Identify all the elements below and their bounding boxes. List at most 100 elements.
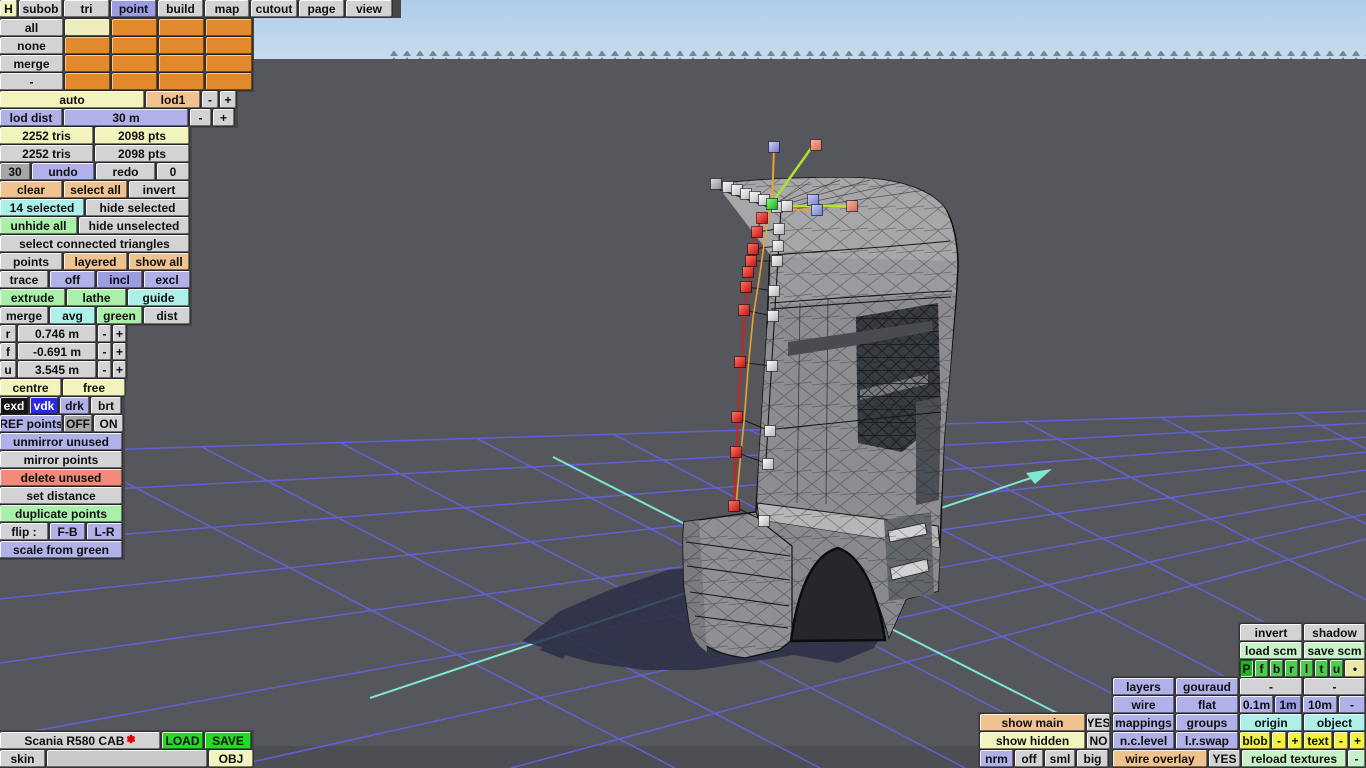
menu-tri[interactable]: tri	[64, 0, 109, 17]
shading-exd[interactable]: exd	[0, 397, 28, 414]
shading-brt[interactable]: brt	[91, 397, 121, 414]
mappings-button[interactable]: mappings	[1113, 714, 1174, 731]
grid-10m[interactable]: 10m	[1303, 696, 1337, 713]
lod-cell-1-2[interactable]	[159, 37, 204, 54]
grid-0-1m[interactable]: 0.1m	[1240, 696, 1273, 713]
ref-points-on[interactable]: ON	[94, 415, 123, 432]
redo-depth[interactable]: 0	[157, 163, 189, 180]
redo-button[interactable]: redo	[96, 163, 155, 180]
coord-r-value[interactable]: 0.746 m	[18, 325, 96, 342]
coord-u-value[interactable]: 3.545 m	[18, 361, 96, 378]
normals-small[interactable]: sml	[1045, 750, 1075, 767]
menu-build[interactable]: build	[158, 0, 203, 17]
select-all-button[interactable]: select all	[64, 181, 127, 198]
duplicate-points-button[interactable]: duplicate points	[0, 505, 122, 522]
all-button[interactable]: all	[0, 19, 63, 36]
menu-view[interactable]: view	[346, 0, 392, 17]
layers-button[interactable]: layers	[1113, 678, 1174, 695]
coord-r-plus[interactable]: +	[113, 325, 126, 342]
blob-plus[interactable]: +	[1288, 732, 1302, 749]
tris-count-total[interactable]: 2252 tris	[0, 145, 93, 162]
trace-off[interactable]: off	[50, 271, 95, 288]
none-button[interactable]: none	[0, 37, 63, 54]
normals-button[interactable]: nrm	[980, 750, 1013, 767]
lod-cell-2-2[interactable]	[159, 55, 204, 72]
menu-cutout[interactable]: cutout	[251, 0, 297, 17]
save-button[interactable]: SAVE	[205, 732, 251, 749]
blob-minus[interactable]: -	[1272, 732, 1286, 749]
l-r-swap-button[interactable]: l.r.swap	[1176, 732, 1238, 749]
show-main-button[interactable]: show main	[980, 714, 1085, 731]
lod-cell-0-3[interactable]	[206, 19, 252, 36]
slot-minus-1[interactable]: -	[1240, 678, 1302, 695]
lathe-button[interactable]: lathe	[67, 289, 126, 306]
view-t[interactable]: t	[1315, 660, 1328, 677]
lod-dist-plus[interactable]: +	[213, 109, 234, 126]
normals-big[interactable]: big	[1077, 750, 1108, 767]
gouraud-button[interactable]: gouraud	[1176, 678, 1238, 695]
scale-from-green-button[interactable]: scale from green	[0, 541, 122, 558]
shadow-button[interactable]: shadow	[1304, 624, 1365, 641]
trace-button[interactable]: trace	[0, 271, 48, 288]
unmirror-unused-button[interactable]: unmirror unused	[0, 433, 122, 450]
load-button[interactable]: LOAD	[162, 732, 203, 749]
skin-filename-field[interactable]	[47, 750, 207, 767]
menu-page[interactable]: page	[299, 0, 344, 17]
show-all-button[interactable]: show all	[129, 253, 189, 270]
merge-to-green[interactable]: green	[97, 307, 142, 324]
flip-front-back[interactable]: F-B	[50, 523, 85, 540]
reload-textures-button[interactable]: reload textures	[1242, 750, 1346, 767]
ref-points-off[interactable]: OFF	[64, 415, 92, 432]
avg-button[interactable]: avg	[50, 307, 95, 324]
lod-minus[interactable]: -	[202, 91, 218, 108]
auto-button[interactable]: auto	[0, 91, 144, 108]
text-button[interactable]: text	[1304, 732, 1332, 749]
view-r[interactable]: r	[1285, 660, 1298, 677]
invert-button[interactable]: invert	[1240, 624, 1302, 641]
obj-export-button[interactable]: OBJ	[209, 750, 253, 767]
menu-h[interactable]: H	[0, 0, 17, 17]
model-name[interactable]: Scania R580 CAB ✽	[0, 732, 160, 749]
object-button[interactable]: object	[1304, 714, 1365, 731]
show-hidden-no[interactable]: NO	[1087, 732, 1110, 749]
invert-selection[interactable]: invert	[129, 181, 189, 198]
lod-cell-0-0[interactable]	[65, 19, 110, 36]
flip-label[interactable]: flip :	[0, 523, 48, 540]
lod-cell-3-1[interactable]	[112, 73, 157, 90]
trace-excl[interactable]: excl	[144, 271, 190, 288]
coord-u-plus[interactable]: +	[113, 361, 126, 378]
shading-vdk[interactable]: vdk	[30, 397, 58, 414]
save-scm-button[interactable]: save scm	[1304, 642, 1365, 659]
points-mode[interactable]: points	[0, 253, 62, 270]
slot-minus-2[interactable]: -	[1304, 678, 1365, 695]
groups-button[interactable]: groups	[1176, 714, 1238, 731]
lod-cell-3-3[interactable]	[206, 73, 252, 90]
lod-plus[interactable]: +	[220, 91, 236, 108]
lod-cell-1-0[interactable]	[65, 37, 110, 54]
lod-cell-3-0[interactable]	[65, 73, 110, 90]
coord-f-plus[interactable]: +	[113, 343, 126, 360]
unhide-all-button[interactable]: unhide all	[0, 217, 77, 234]
coord-r-minus[interactable]: -	[98, 325, 111, 342]
view-u[interactable]: u	[1330, 660, 1343, 677]
show-main-yes[interactable]: YES	[1087, 714, 1110, 731]
show-hidden-button[interactable]: show hidden	[980, 732, 1085, 749]
lod-cell-0-2[interactable]	[159, 19, 204, 36]
mirror-points-button[interactable]: mirror points	[0, 451, 122, 468]
coord-f-value[interactable]: -0.691 m	[18, 343, 96, 360]
reload-minus[interactable]: -	[1348, 750, 1365, 767]
lod-cell-3-2[interactable]	[159, 73, 204, 90]
menu-map[interactable]: map	[205, 0, 249, 17]
view-l[interactable]: l	[1300, 660, 1313, 677]
coord-r-label[interactable]: r	[0, 325, 16, 342]
ref-points-button[interactable]: REF points	[0, 415, 62, 432]
menu-subob[interactable]: subob	[19, 0, 62, 17]
delete-unused-button[interactable]: delete unused	[0, 469, 122, 486]
n-c-level-button[interactable]: n.c.level	[1113, 732, 1174, 749]
load-scm-button[interactable]: load scm	[1240, 642, 1302, 659]
lod1-button[interactable]: lod1	[146, 91, 200, 108]
hide-unselected-button[interactable]: hide unselected	[79, 217, 189, 234]
tris-count[interactable]: 2252 tris	[0, 127, 93, 144]
lod-cell-2-3[interactable]	[206, 55, 252, 72]
wire-button[interactable]: wire	[1113, 696, 1174, 713]
